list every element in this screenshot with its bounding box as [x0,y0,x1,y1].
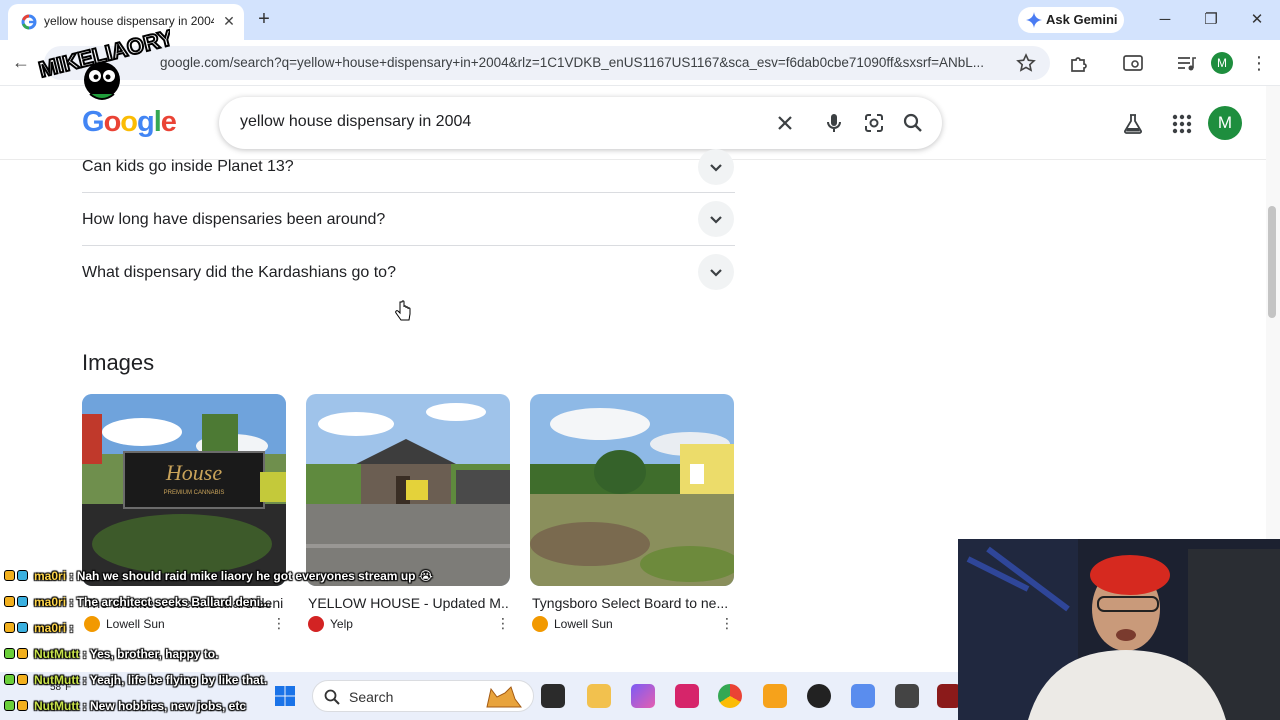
image-source[interactable]: Lowell Sun [554,617,613,631]
chat-text: Yes, brother, happy to. [89,647,219,661]
image-thumbnail[interactable] [530,394,734,586]
paa-question[interactable]: What dispensary did the Kardashians go t… [82,246,735,299]
yelp-favicon [308,616,324,632]
chat-text: Nah we should raid mike liaory he got ev… [76,569,433,583]
webcam-video-frame [958,539,1280,720]
more-options-icon[interactable]: ⋮ [496,615,510,632]
logo-letter: g [137,106,155,138]
paa-question-text: How long have dispensaries been around? [82,211,386,228]
chevron-down-icon[interactable] [698,201,734,237]
images-section-heading: Images [82,350,155,375]
browser-menu-icon[interactable]: ⋮ [1250,51,1268,75]
logo-letter: G [82,106,105,138]
chat-text: Yeajh, life be flying by like that. [89,673,268,687]
more-options-icon[interactable]: ⋮ [720,615,734,632]
voice-search-mic-icon[interactable] [822,111,846,135]
chat-username: ma0ri [34,595,67,609]
app-sun-icon[interactable] [763,684,787,708]
hand-cursor-icon [395,300,411,321]
windows-start-icon[interactable] [274,685,296,707]
logo-letter: l [153,106,162,138]
profile-avatar[interactable]: M [1211,52,1233,74]
sign-subtext: PREMIUM CANNABIS [164,490,225,496]
chrome-taskbar-icon[interactable] [718,684,742,708]
bookmark-star-icon[interactable] [1016,53,1036,73]
obs-icon[interactable] [807,684,831,708]
google-apps-grid-icon[interactable] [1170,112,1194,136]
image-thumbnail[interactable]: House PREMIUM CANNABIS [82,394,286,586]
paa-question[interactable]: How long have dispensaries been around? [82,193,735,246]
logo-letter: e [160,106,177,138]
picsart-icon[interactable] [675,684,699,708]
back-arrow-icon[interactable]: ← [12,52,32,72]
chat-username: ma0ri [34,569,67,583]
chat-message: ma0ri : [4,621,73,635]
streamer-logo-watermark: MIKELIAORY [35,24,170,100]
search-labs-flask-icon[interactable] [1121,112,1145,136]
address-bar[interactable]: google.com/search?q=yellow+house+dispens… [44,46,1050,80]
paa-question[interactable]: Can kids go inside Planet 13? [82,140,735,193]
ask-gemini-button[interactable]: Ask Gemini [1018,7,1124,33]
image-source[interactable]: Lowell Sun [106,617,165,631]
search-highlight-fox-icon [486,686,522,708]
chat-text: The architect seeks Ballard deni... [76,595,271,609]
chat-message: ma0ri : The architect seeks Ballard deni… [4,595,270,609]
clear-search-icon[interactable] [773,111,797,135]
lens-camera-icon[interactable] [862,111,886,135]
ask-gemini-label: Ask Gemini [1046,12,1118,27]
app-diamond-icon[interactable] [851,684,875,708]
page-scrollbar-thumb[interactable] [1268,206,1276,318]
image-thumbnail[interactable] [306,394,510,586]
address-url: google.com/search?q=yellow+house+dispens… [160,55,985,70]
taskbar-search-box[interactable]: Search [312,680,534,712]
close-tab-icon[interactable]: ✕ [220,12,238,30]
new-tab-button[interactable]: + [254,9,274,29]
more-options-icon[interactable]: ⋮ [272,615,286,632]
chat-message: ma0ri : Nah we should raid mike liaory h… [4,569,433,583]
logo-letter: o [103,106,122,138]
logo-letter: o [120,106,138,138]
google-logo[interactable]: Google [82,106,177,139]
chat-username: NutMutt [34,673,80,687]
taskbar-search-label: Search [349,689,394,705]
task-view-icon[interactable] [541,684,565,708]
image-caption[interactable]: Tyngsboro Select Board to ne... [532,595,732,611]
copilot-icon[interactable] [631,684,655,708]
chat-message: NutMutt : New hobbies, new jobs, etc [4,699,246,713]
source-favicon [532,616,548,632]
chevron-down-icon[interactable] [698,149,734,185]
chat-message: NutMutt : Yes, brother, happy to. [4,647,218,661]
close-window-icon[interactable]: ✕ [1245,9,1269,31]
paa-question-text: Can kids go inside Planet 13? [82,158,294,175]
source-favicon [84,616,100,632]
search-icon [324,689,340,705]
extensions-puzzle-icon[interactable] [1068,52,1090,74]
chat-username: NutMutt [34,647,80,661]
chat-username: NutMutt [34,699,80,713]
minimize-window-icon[interactable]: ─ [1153,9,1177,31]
paa-question-text: What dispensary did the Kardashians go t… [82,264,396,281]
tab-strip: yellow house dispensary in 2004 - Google… [0,0,1280,40]
image-source[interactable]: Yelp [330,617,353,631]
chat-text: New hobbies, new jobs, etc [89,699,247,713]
chat-username: ma0ri [34,621,67,635]
chat-message: NutMutt : Yeajh, life be flying by like … [4,673,267,687]
image-caption[interactable]: YELLOW HOUSE - Updated M... [308,595,508,611]
restore-window-icon[interactable]: ❐ [1199,9,1223,31]
webcam-overlay [958,539,1280,720]
tab-search-icon[interactable] [1122,52,1144,74]
app-srt-icon[interactable] [895,684,919,708]
file-explorer-icon[interactable] [587,684,611,708]
search-query[interactable]: yellow house dispensary in 2004 [240,113,471,131]
sign-text: House [165,460,222,485]
chevron-down-icon[interactable] [698,254,734,290]
media-controls-icon[interactable] [1175,52,1197,74]
google-account-avatar[interactable]: M [1208,106,1242,140]
gemini-sparkle-icon [1026,12,1042,28]
search-submit-icon[interactable] [901,111,925,135]
